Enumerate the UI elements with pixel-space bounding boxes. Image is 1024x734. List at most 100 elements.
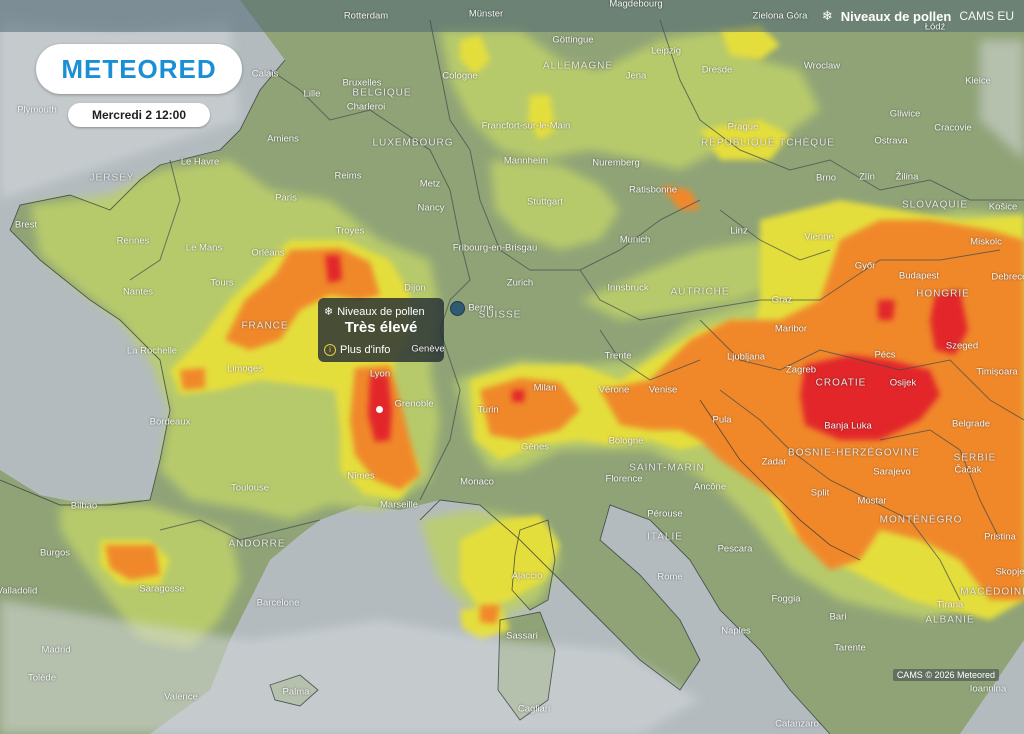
city-label: Bologne — [608, 435, 644, 447]
city-label: Pérouse — [647, 508, 683, 520]
city-label: Orléans — [251, 247, 285, 259]
city-label: Košice — [988, 201, 1018, 213]
country-label: RÉPUBLIQUE TCHÈQUE — [701, 137, 835, 149]
pollen-icon: ❄ — [324, 306, 334, 318]
city-label: Szeged — [945, 340, 979, 352]
city-label: Ljubljana — [726, 351, 766, 363]
country-label: BELGIQUE — [352, 87, 412, 99]
city-label: Gênes — [521, 441, 549, 453]
city-label: Limoges — [227, 363, 263, 375]
city-label: Dijon — [404, 282, 426, 294]
city-label: Valence — [164, 691, 198, 703]
city-label: Ratisbonne — [628, 184, 678, 196]
city-label: Grenoble — [394, 398, 434, 410]
city-label: Francfort-sur-le-Main — [481, 120, 571, 132]
city-label: Valladolid — [0, 585, 38, 597]
country-label: SAINT-MARIN — [629, 462, 705, 474]
city-label: Le Mans — [185, 242, 223, 254]
city-label: Innsbruck — [607, 282, 649, 294]
selected-point-pin[interactable] — [376, 406, 383, 413]
meteored-logo[interactable]: METEORED — [36, 44, 242, 94]
city-label: Miskolc — [970, 236, 1002, 248]
city-label: Leipzig — [650, 45, 682, 57]
city-label: Bilbao — [70, 500, 98, 512]
city-label: Göttingue — [552, 34, 594, 46]
city-label: Wroclaw — [803, 60, 841, 72]
city-label: Barcelone — [256, 597, 300, 609]
country-label: FRANCE — [241, 320, 289, 332]
city-label: Paris — [275, 192, 297, 204]
city-label: Foggia — [771, 593, 801, 605]
city-label: Pristina — [984, 531, 1016, 543]
city-label: Le Havre — [180, 156, 220, 168]
country-label: CROATIE — [815, 377, 867, 389]
city-label: Tarente — [834, 642, 866, 654]
city-label: Rome — [657, 571, 683, 583]
city-label: Brest — [14, 219, 38, 231]
city-label: Ancône — [693, 481, 727, 493]
city-label: Nîmes — [347, 470, 375, 482]
city-label: Florence — [605, 473, 643, 485]
city-label: Belgrade — [951, 418, 991, 430]
city-label: Stuttgart — [527, 196, 563, 208]
city-label: Troyes — [335, 225, 365, 237]
city-label: Pescara — [717, 543, 753, 555]
city-label: Münster — [468, 8, 504, 20]
city-label: Saragosse — [139, 583, 185, 595]
city-label: Nantes — [122, 286, 154, 298]
country-label: LUXEMBOURG — [372, 137, 454, 149]
city-label: Ostrava — [874, 135, 908, 147]
city-label: Bordeaux — [149, 416, 191, 428]
city-label: Lille — [303, 88, 321, 100]
city-label: Cologne — [442, 70, 478, 82]
city-label: Catanzaro — [775, 718, 819, 730]
country-label: SLOVAQUIE — [901, 199, 969, 211]
location-marker[interactable] — [450, 301, 465, 316]
country-label: ALBANIE — [925, 614, 975, 626]
city-label: Pécs — [874, 349, 896, 361]
city-label: Charleroi — [346, 101, 386, 113]
city-label: Žilina — [895, 171, 919, 183]
city-label: Zagreb — [785, 364, 817, 376]
city-label: Palma — [282, 686, 310, 698]
city-label: Sassari — [506, 630, 538, 642]
city-label: Sarajevo — [873, 466, 911, 478]
city-label: Zurich — [506, 277, 534, 289]
country-label: JERSEY — [89, 172, 135, 184]
city-label: Reims — [334, 170, 362, 182]
city-label: Lyon — [369, 368, 391, 380]
city-label: Tirana — [936, 599, 964, 611]
city-label: Dresde — [701, 64, 733, 76]
pollen-level: Très élevé — [344, 319, 418, 336]
city-label: Milan — [533, 382, 557, 394]
city-label: Gliwice — [889, 108, 921, 120]
city-label: Marseille — [379, 499, 419, 511]
city-label: Munich — [619, 234, 651, 246]
city-label: Genève — [411, 343, 445, 355]
city-label: Fribourg-en-Brisgau — [452, 242, 538, 254]
city-label: Plymouth — [17, 104, 57, 116]
city-label: Metz — [419, 178, 441, 190]
country-label: ALLEMAGNE — [542, 60, 614, 72]
city-label: Rennes — [116, 235, 150, 247]
country-label: SUISSE — [478, 309, 522, 321]
city-label: Ajaccio — [511, 570, 543, 582]
map-credit: CAMS © 2026 Meteored — [892, 669, 999, 681]
date-time-selector[interactable]: Mercredi 2 12:00 — [68, 103, 210, 127]
city-label: Kielce — [965, 75, 991, 87]
city-label: Ioannina — [969, 683, 1007, 695]
city-label: Cracovie — [934, 122, 972, 134]
city-label: Brno — [815, 172, 837, 184]
more-info-link[interactable]: i Plus d'info — [324, 344, 390, 356]
city-label: Osijek — [889, 377, 917, 389]
city-label: Pula — [712, 414, 732, 426]
city-label: La Rochelle — [126, 345, 178, 357]
city-label: Nancy — [417, 202, 445, 214]
country-label: MONTÉNÉGRO — [879, 514, 963, 526]
city-label: Maribor — [774, 323, 808, 335]
country-label: HONGRIE — [916, 288, 970, 300]
popup-title: Niveaux de pollen — [337, 305, 425, 318]
city-label: Skopje — [995, 566, 1024, 578]
city-label: Trente — [604, 350, 632, 362]
city-label: Mostar — [857, 495, 887, 507]
